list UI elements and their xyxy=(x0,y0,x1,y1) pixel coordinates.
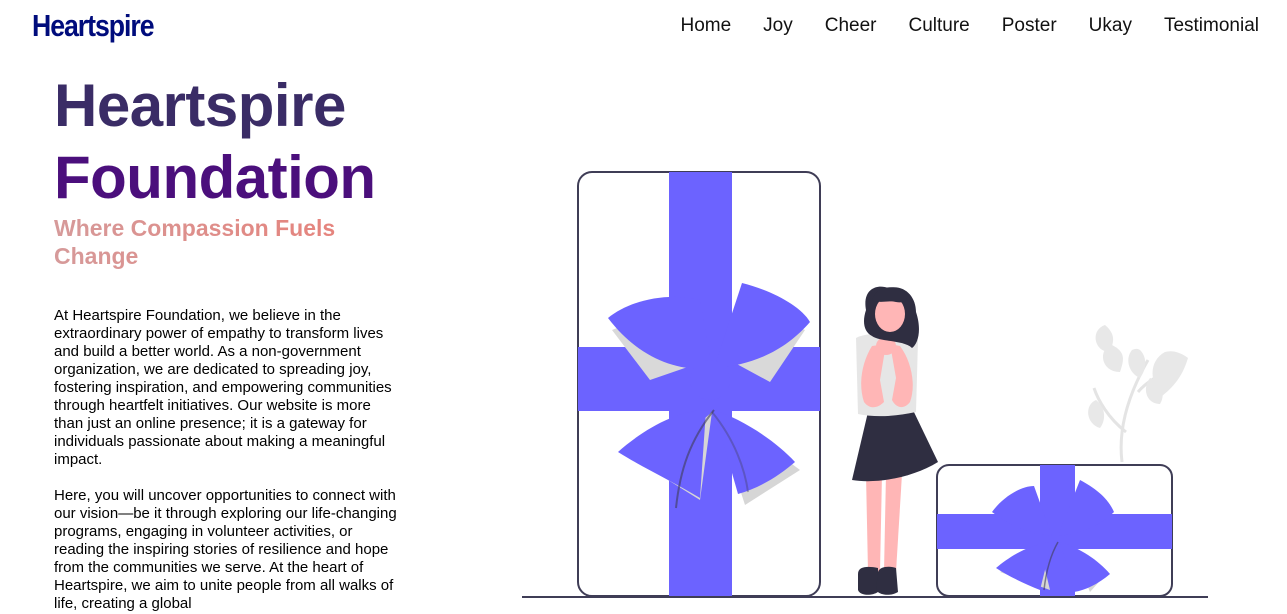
intro-paragraph-1: At Heartspire Foundation, we believe in … xyxy=(54,307,392,468)
nav-link-culture[interactable]: Culture xyxy=(908,15,969,37)
nav-links: Home Joy Cheer Culture Poster Ukay Testi… xyxy=(648,15,1259,37)
navbar: Heartspire Home Joy Cheer Culture Poster… xyxy=(0,0,1287,56)
large-gift xyxy=(577,171,821,597)
nav-link-ukay[interactable]: Ukay xyxy=(1089,15,1132,37)
hero-tagline: Where Compassion Fuels Change xyxy=(54,214,384,270)
woman-figure xyxy=(852,286,938,595)
nav-link-joy[interactable]: Joy xyxy=(763,15,793,37)
intro-paragraph-2: Here, you will uncover opportunities to … xyxy=(54,487,397,612)
nav-link-home[interactable]: Home xyxy=(680,15,731,37)
plant-decoration xyxy=(1088,325,1188,463)
nav-link-poster[interactable]: Poster xyxy=(1002,15,1057,37)
nav-link-cheer[interactable]: Cheer xyxy=(825,15,877,37)
brand-logo-link[interactable]: Heartspire xyxy=(32,8,155,44)
nav-link-testimonial[interactable]: Testimonial xyxy=(1164,15,1259,37)
gift-illustration xyxy=(522,171,1208,598)
hero-title-line2: Foundation xyxy=(54,144,376,211)
small-gift xyxy=(936,464,1173,597)
hero-title: Heartspire Foundation xyxy=(54,70,474,214)
hero-title-line1: Heartspire xyxy=(54,72,346,139)
